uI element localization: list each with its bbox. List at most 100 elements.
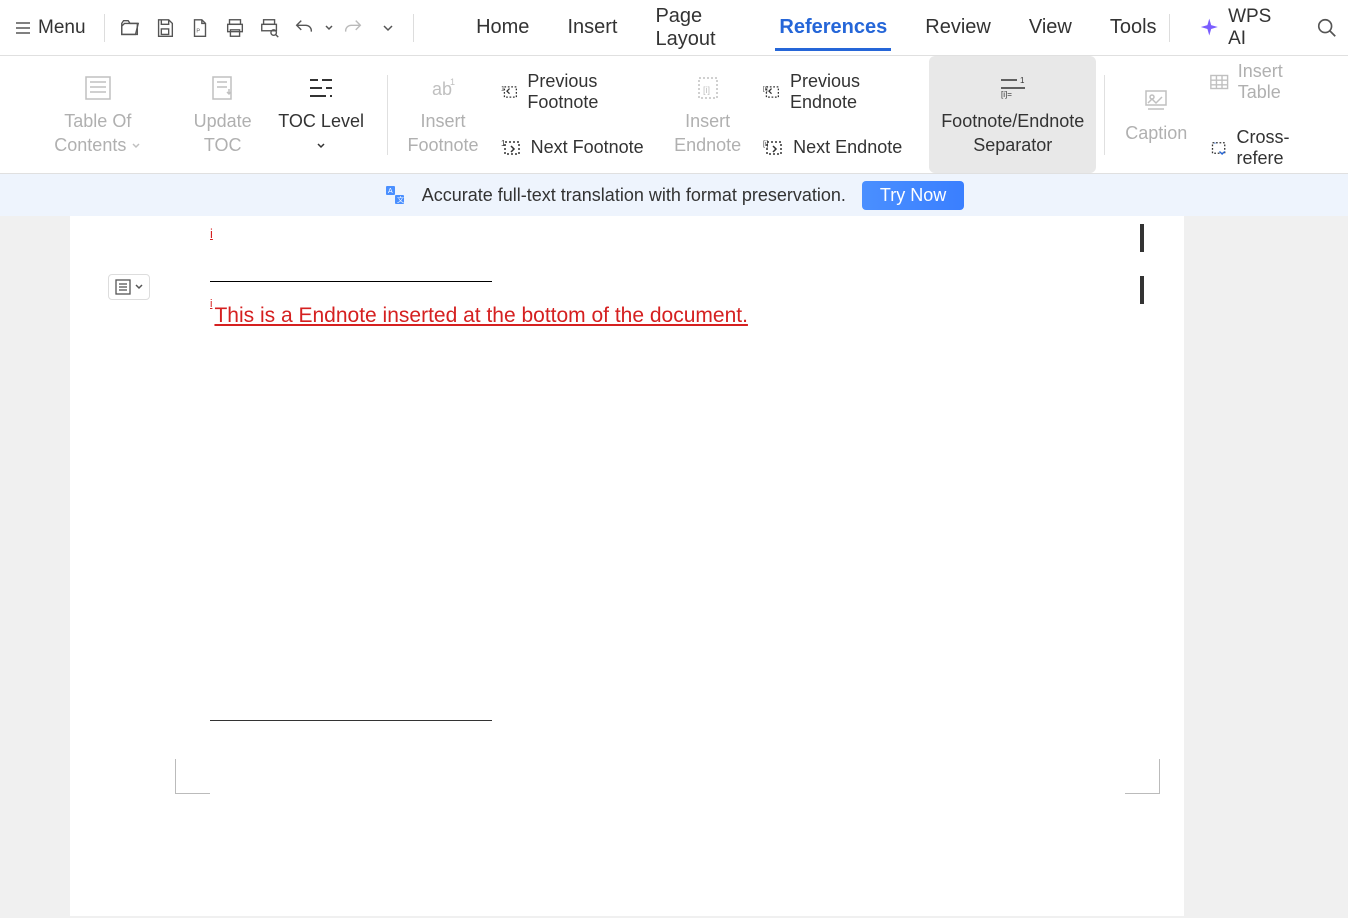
search-button[interactable] [1313, 13, 1341, 43]
export-pdf-icon: P [189, 17, 211, 39]
wps-ai-label: WPS AI [1228, 6, 1290, 50]
next-endnote-button[interactable]: [i] Next Endnote [753, 131, 921, 164]
endnote-separator-line [210, 281, 492, 282]
svg-text:A: A [388, 188, 393, 195]
chevron-down-icon [134, 282, 144, 292]
endnote-ref-small: i [210, 226, 1044, 241]
update-toc-icon [209, 74, 237, 102]
ribbon-group-footnotes: ab1 Insert Footnote 1 Previous Footnote … [388, 56, 1105, 173]
tab-insert[interactable]: Insert [563, 4, 621, 51]
prev-footnote-icon: 1 [501, 82, 520, 102]
title-bar: Menu P Home Insert Page Layout Reference… [0, 0, 1348, 56]
wps-ai-button[interactable]: WPS AI [1190, 6, 1298, 50]
svg-text:[i]: [i] [703, 85, 710, 95]
ribbon-group-captions: Caption Insert Table " Cross-refere [1105, 56, 1342, 173]
separator [1169, 14, 1170, 42]
insert-endnote-icon: [i] [694, 75, 722, 101]
insert-footnote-icon: ab1 [428, 75, 458, 101]
save-icon [154, 17, 176, 39]
svg-text:文: 文 [397, 195, 404, 204]
separator [413, 14, 414, 42]
insert-endnote-button[interactable]: [i] Insert Endnote [662, 56, 753, 173]
insert-footnote-label: Insert Footnote [408, 110, 479, 157]
tab-references[interactable]: References [775, 4, 891, 51]
page-margin-corner [175, 759, 210, 794]
endnote-marker: i [210, 298, 212, 322]
endnote-text: This is a Endnote inserted at the bottom… [214, 304, 747, 328]
tab-page-layout[interactable]: Page Layout [651, 0, 745, 63]
save-button[interactable] [150, 13, 179, 43]
toc-level-icon [306, 75, 336, 101]
insert-footnote-button[interactable]: ab1 Insert Footnote [396, 56, 491, 173]
caption-stack: Insert Table " Cross-refere [1199, 56, 1334, 173]
insert-endnote-label: Insert Endnote [674, 110, 741, 157]
separator-icon: 1 [i]= [997, 75, 1029, 101]
toc-level-button[interactable]: TOC Level [264, 56, 379, 173]
update-toc-button[interactable]: Update TOC [182, 56, 264, 173]
undo-button[interactable] [290, 13, 319, 43]
print-preview-icon [259, 17, 281, 39]
try-now-button[interactable]: Try Now [862, 181, 964, 210]
document-area: i i This is a Endnote inserted at the bo… [0, 216, 1348, 916]
toc-level-label: TOC Level [276, 110, 367, 157]
next-endnote-icon: [i] [763, 138, 785, 158]
ribbon: Table Of Contents Update TOC TOC Level a… [0, 56, 1348, 174]
open-button[interactable] [116, 13, 145, 43]
next-footnote-icon: 1 [501, 138, 523, 158]
cross-reference-button[interactable]: " Cross-refere [1199, 121, 1334, 175]
caption-button[interactable]: Caption [1113, 56, 1199, 173]
svg-text:1: 1 [501, 139, 506, 148]
ai-sparkle-icon [1198, 16, 1221, 40]
redo-button[interactable] [338, 13, 367, 43]
tab-tools[interactable]: Tools [1106, 4, 1161, 51]
translate-icon: A文 [384, 184, 406, 206]
menu-button[interactable]: Menu [4, 13, 96, 43]
svg-text:P: P [196, 28, 200, 34]
ribbon-tabs: Home Insert Page Layout References Revie… [472, 0, 1160, 63]
export-pdf-button[interactable]: P [185, 13, 214, 43]
caption-icon [1142, 87, 1170, 113]
footnote-nav-stack: 1 Previous Footnote 1 Next Footnote [491, 56, 663, 173]
fe-separator-label: Footnote/Endnote Separator [941, 110, 1084, 157]
redo-icon [342, 17, 364, 39]
table-of-contents-button[interactable]: Table Of Contents [14, 56, 182, 173]
previous-endnote-button[interactable]: [i] Previous Endnote [753, 65, 921, 119]
prev-endnote-label: Previous Endnote [790, 71, 911, 113]
tab-review[interactable]: Review [921, 4, 995, 51]
endnote-nav-stack: [i] Previous Endnote [i] Next Endnote [753, 56, 921, 173]
footnote-endnote-separator-button[interactable]: 1 [i]= Footnote/Endnote Separator [929, 56, 1096, 173]
separator [104, 14, 105, 42]
toc-label: Table Of Contents [26, 110, 170, 157]
banner-text: Accurate full-text translation with form… [422, 185, 846, 206]
endnote-content[interactable]: i This is a Endnote inserted at the bott… [210, 304, 1044, 328]
svg-text:1: 1 [1020, 76, 1025, 85]
insert-table-icon [1209, 72, 1229, 92]
insert-table-button[interactable]: Insert Table [1199, 55, 1334, 109]
next-footnote-label: Next Footnote [531, 137, 644, 158]
next-footnote-button[interactable]: 1 Next Footnote [491, 131, 663, 164]
prev-endnote-icon: [i] [763, 82, 782, 102]
page[interactable]: i i This is a Endnote inserted at the bo… [70, 216, 1184, 916]
print-button[interactable] [220, 13, 249, 43]
folder-open-icon [119, 17, 141, 39]
tab-home[interactable]: Home [472, 4, 533, 51]
svg-text:1: 1 [450, 77, 455, 87]
tab-view[interactable]: View [1025, 4, 1076, 51]
bottom-line [210, 720, 492, 721]
print-preview-button[interactable] [255, 13, 284, 43]
more-qa-button[interactable] [373, 13, 402, 43]
insert-table-label: Insert Table [1238, 61, 1324, 103]
change-marker [1140, 276, 1144, 304]
print-icon [224, 17, 246, 39]
cross-reference-icon: " [1209, 138, 1228, 158]
hamburger-icon [14, 19, 32, 37]
svg-text:[i]=: [i]= [1001, 90, 1012, 99]
undo-dropdown[interactable] [322, 13, 335, 43]
layout-icon [114, 278, 132, 296]
page-margin-corner [1125, 759, 1160, 794]
previous-footnote-button[interactable]: 1 Previous Footnote [491, 65, 663, 119]
top-right-controls: WPS AI [1161, 6, 1344, 50]
next-endnote-label: Next Endnote [793, 137, 902, 158]
toc-icon [83, 74, 113, 102]
paragraph-layout-button[interactable] [108, 274, 150, 300]
